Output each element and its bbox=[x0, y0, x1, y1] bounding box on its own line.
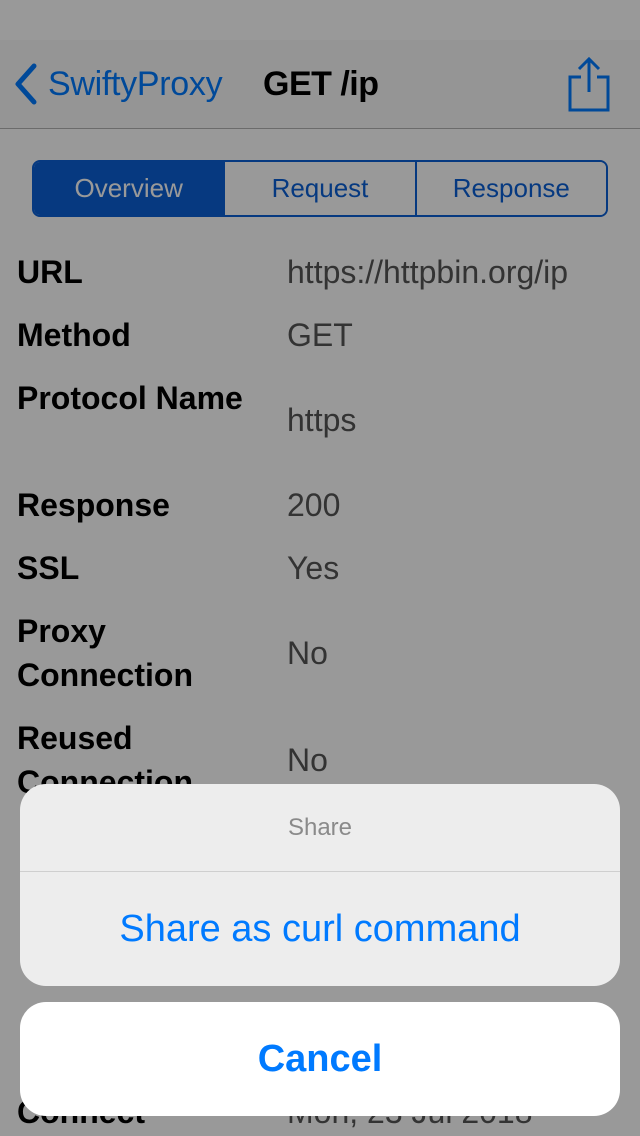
action-sheet-title: Share bbox=[20, 784, 620, 872]
cancel-button[interactable]: Cancel bbox=[20, 1002, 620, 1116]
action-sheet: Share Share as curl command bbox=[20, 784, 620, 986]
share-as-curl-button[interactable]: Share as curl command bbox=[20, 872, 620, 986]
